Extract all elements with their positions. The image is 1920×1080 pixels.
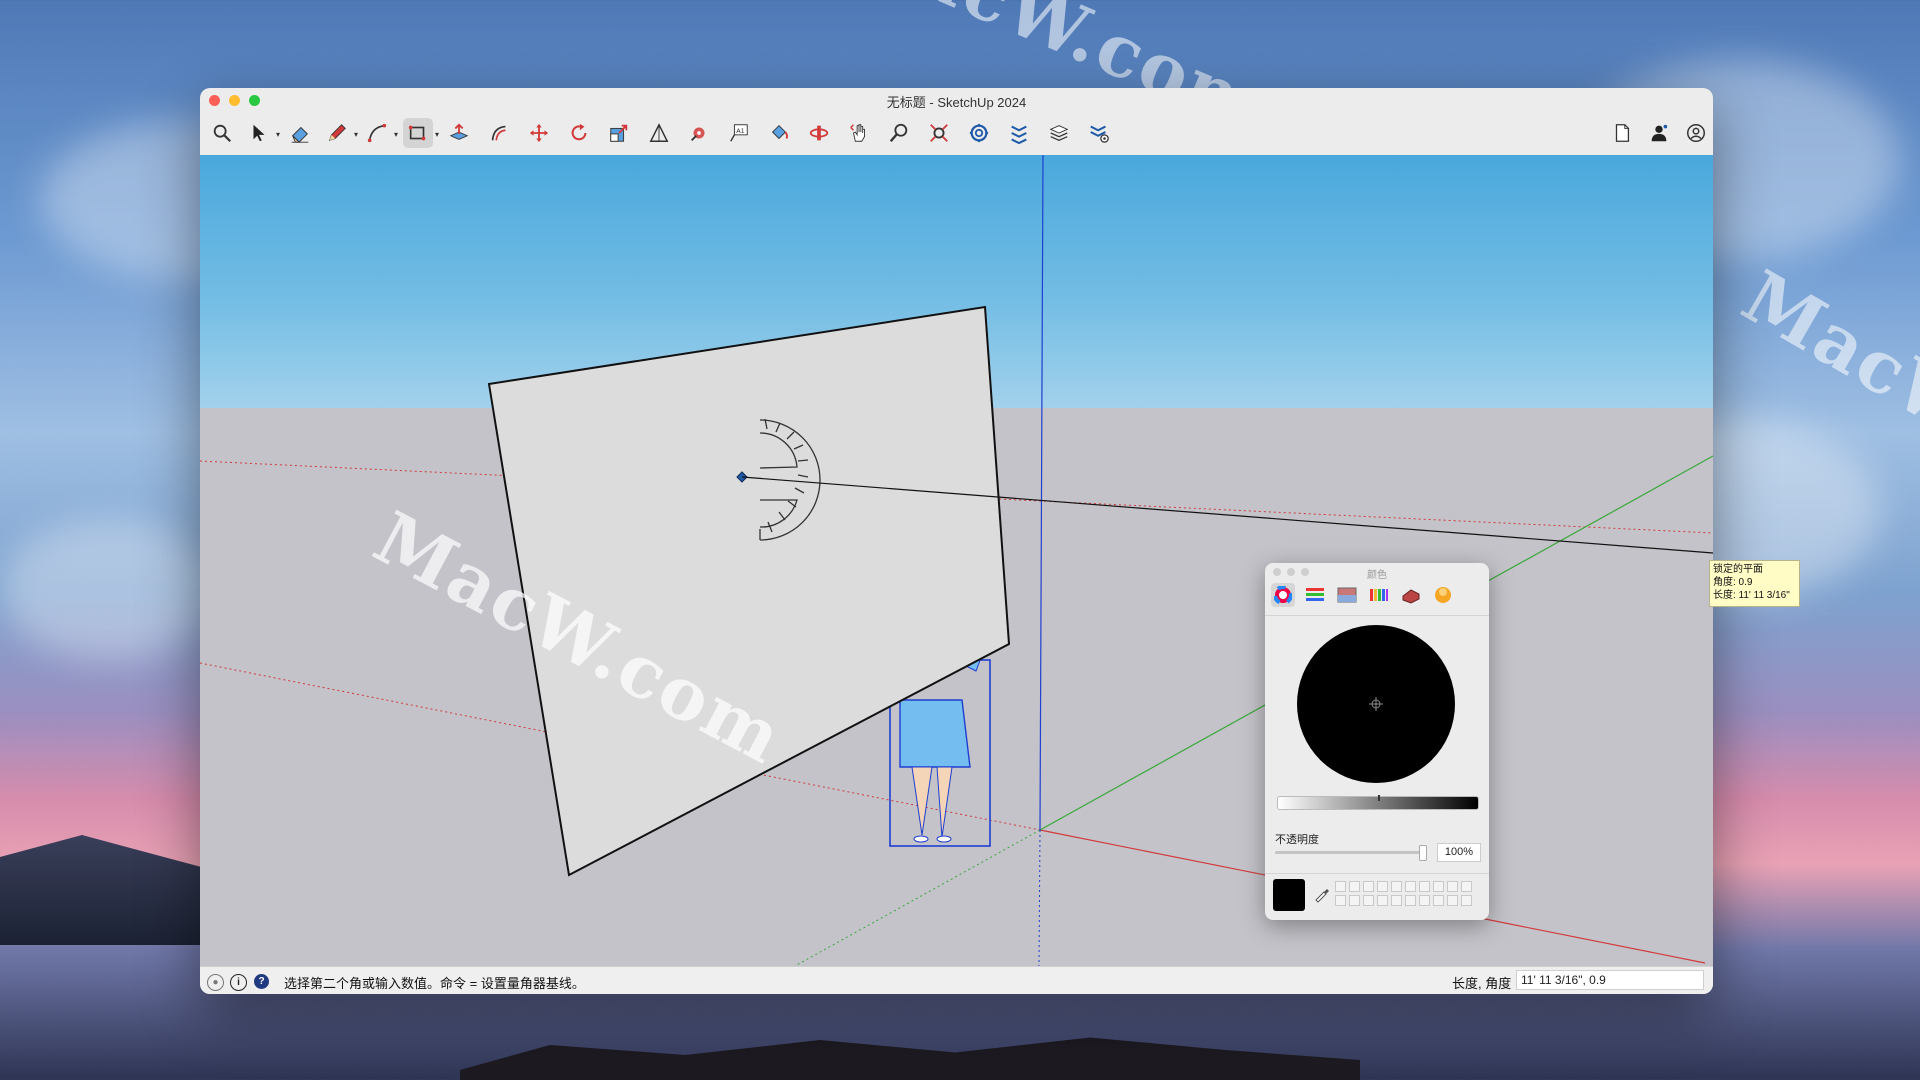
swatch-slot[interactable] bbox=[1419, 881, 1430, 892]
title-bar[interactable]: 无标题 - SketchUp 2024 bbox=[200, 88, 1713, 110]
status-hint: 选择第二个角或输入数值。命令 = 设置量角器基线。 bbox=[284, 976, 585, 991]
3d-warehouse-tool-icon[interactable] bbox=[964, 118, 994, 148]
move-tool-icon[interactable] bbox=[524, 118, 554, 148]
swatch-slot[interactable] bbox=[1419, 895, 1430, 906]
geo-location-icon[interactable]: ● bbox=[207, 974, 224, 991]
swatch-slot[interactable] bbox=[1349, 895, 1360, 906]
pencil-line-tool-icon[interactable]: ▾ bbox=[322, 118, 358, 148]
search-tool-icon[interactable] bbox=[207, 118, 237, 148]
tooltip-line-3: 长度: 11' 11 3/16" bbox=[1713, 590, 1790, 601]
chevron-down-icon[interactable]: ▾ bbox=[276, 130, 280, 139]
rotate-tool-icon[interactable] bbox=[564, 118, 594, 148]
swatch-slot[interactable] bbox=[1335, 881, 1346, 892]
colors-panel: 颜色 不透明度 100% bbox=[1265, 563, 1489, 920]
select-tool-icon[interactable]: ▾ bbox=[244, 118, 280, 148]
text-tool-icon[interactable]: A1 bbox=[724, 118, 754, 148]
layers-tool-icon[interactable] bbox=[1044, 118, 1074, 148]
scale-tool-icon[interactable] bbox=[604, 118, 634, 148]
swatch-slot[interactable] bbox=[1363, 895, 1374, 906]
info-icon[interactable]: i bbox=[230, 974, 247, 991]
follow-me-tool-icon[interactable] bbox=[484, 118, 514, 148]
eraser-tool-icon[interactable] bbox=[285, 118, 315, 148]
status-bar: ● i ? 选择第二个角或输入数值。命令 = 设置量角器基线。 长度, 角度 1… bbox=[200, 966, 1713, 994]
measurements-field[interactable]: 11' 11 3/16", 0.9 bbox=[1516, 970, 1704, 990]
opacity-thumb[interactable] bbox=[1419, 845, 1427, 861]
swatch-slot[interactable] bbox=[1433, 881, 1444, 892]
current-color-swatch[interactable] bbox=[1273, 879, 1305, 911]
panel-divider bbox=[1265, 615, 1489, 616]
crayons-mode-icon[interactable] bbox=[1399, 583, 1423, 607]
color-wheel[interactable] bbox=[1297, 625, 1455, 783]
pan-tool-icon[interactable] bbox=[844, 118, 874, 148]
eyedropper-icon[interactable] bbox=[1313, 885, 1331, 903]
swatch-slot[interactable] bbox=[1349, 881, 1360, 892]
pencils-mode-icon[interactable] bbox=[1431, 583, 1455, 607]
color-palettes-mode-icon[interactable] bbox=[1335, 583, 1359, 607]
user-account-icon[interactable] bbox=[1644, 118, 1674, 148]
extension-warehouse-tool-icon[interactable] bbox=[1004, 118, 1034, 148]
swatch-slot[interactable] bbox=[1461, 881, 1472, 892]
window-title: 无标题 - SketchUp 2024 bbox=[886, 95, 1027, 110]
colors-panel-title: 颜色 bbox=[1367, 570, 1387, 581]
swatch-slot[interactable] bbox=[1377, 881, 1388, 892]
swatch-slot[interactable] bbox=[1447, 881, 1458, 892]
zoom-tool-icon[interactable] bbox=[884, 118, 914, 148]
swatch-slot[interactable] bbox=[1461, 895, 1472, 906]
crosshair-icon bbox=[1369, 697, 1383, 711]
image-palettes-mode-icon[interactable] bbox=[1367, 583, 1391, 607]
swatch-slot[interactable] bbox=[1447, 895, 1458, 906]
new-document-icon[interactable] bbox=[1607, 118, 1637, 148]
brightness-slider[interactable] bbox=[1277, 795, 1479, 810]
protractor-tool-icon[interactable] bbox=[684, 118, 714, 148]
swatch-slot[interactable] bbox=[1377, 895, 1388, 906]
swatch-slot[interactable] bbox=[1391, 881, 1402, 892]
paint-bucket-tool-icon[interactable] bbox=[764, 118, 794, 148]
blue-axis-dotted bbox=[1038, 829, 1041, 966]
brightness-knob[interactable] bbox=[1378, 795, 1380, 801]
swatch-slot[interactable] bbox=[1405, 895, 1416, 906]
swatch-slot[interactable] bbox=[1335, 895, 1346, 906]
color-wheel-mode-icon[interactable] bbox=[1271, 583, 1295, 607]
orbit-tool-icon[interactable] bbox=[804, 118, 834, 148]
tape-measure-tool-icon[interactable] bbox=[644, 118, 674, 148]
color-sliders-mode-icon[interactable] bbox=[1303, 583, 1327, 607]
chevron-down-icon[interactable]: ▾ bbox=[435, 130, 439, 139]
swatch-slot[interactable] bbox=[1433, 895, 1444, 906]
desktop-hills bbox=[0, 835, 205, 945]
tooltip-line-2: 角度: 0.9 bbox=[1713, 577, 1753, 588]
opacity-field[interactable]: 100% bbox=[1437, 843, 1481, 862]
chevron-down-icon[interactable]: ▾ bbox=[394, 130, 398, 139]
main-toolbar: ▾ ▾ ▾ ▾ A1 bbox=[200, 112, 1713, 154]
push-pull-tool-icon[interactable] bbox=[444, 118, 474, 148]
swatch-slot[interactable] bbox=[1391, 895, 1402, 906]
green-axis-dotted bbox=[794, 829, 1041, 966]
svg-text:A1: A1 bbox=[736, 127, 744, 135]
opacity-label: 不透明度 bbox=[1275, 834, 1319, 846]
opacity-slider[interactable] bbox=[1275, 845, 1427, 861]
saved-swatches bbox=[1335, 881, 1472, 906]
swatch-slot[interactable] bbox=[1363, 881, 1374, 892]
help-icon[interactable]: ? bbox=[254, 974, 269, 989]
swatch-slot[interactable] bbox=[1405, 881, 1416, 892]
panel-divider bbox=[1265, 873, 1489, 874]
profile-icon[interactable] bbox=[1681, 118, 1711, 148]
blue-axis-solid bbox=[1039, 155, 1044, 831]
chevron-down-icon[interactable]: ▾ bbox=[354, 130, 358, 139]
rectangle-tool-icon[interactable]: ▾ bbox=[403, 118, 439, 148]
desktop-rocks bbox=[460, 1037, 1360, 1080]
measurements-label: 长度, 角度 bbox=[1452, 976, 1512, 991]
arc-tool-icon[interactable]: ▾ bbox=[362, 118, 398, 148]
zoom-extents-tool-icon[interactable] bbox=[924, 118, 954, 148]
extension-manager-tool-icon[interactable] bbox=[1084, 118, 1114, 148]
tooltip-line-1: 锁定的平面 bbox=[1713, 564, 1763, 575]
inference-tooltip: 锁定的平面 角度: 0.9 长度: 11' 11 3/16" bbox=[1709, 560, 1800, 607]
